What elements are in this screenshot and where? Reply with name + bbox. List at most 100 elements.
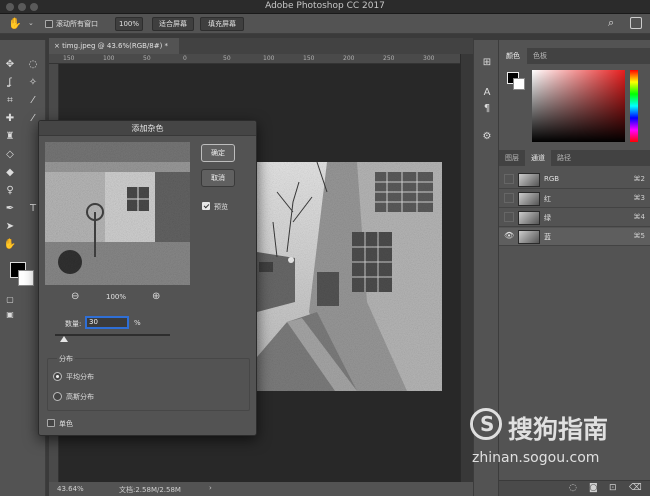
options-bar: ✋ ⌄ 滚动所有窗口 100% 适合屏幕 填充屏幕 ⌕ [0, 14, 650, 34]
filter-preview[interactable] [45, 142, 190, 285]
channel-name: 蓝 [544, 233, 551, 241]
preview-zoom-level: 100% [106, 293, 127, 301]
distribution-label: 分布 [57, 354, 75, 364]
ruler-tick-label: 300 [423, 55, 435, 62]
eraser-tool-icon[interactable]: ◇ [3, 148, 17, 162]
search-icon[interactable]: ⌕ [608, 16, 614, 30]
zoom-level[interactable]: 43.64% [57, 485, 84, 493]
gradient-tool-icon[interactable]: ◆ [3, 166, 17, 180]
delete-channel-icon[interactable]: ⌫ [629, 483, 642, 493]
dodge-tool-icon[interactable]: ♀ [3, 184, 17, 198]
background-color-swatch[interactable] [18, 270, 34, 286]
amount-slider-thumb[interactable] [59, 336, 68, 342]
tab-color[interactable]: 颜色 [499, 48, 527, 64]
color-field[interactable] [532, 70, 625, 142]
tab-close-icon[interactable]: × [54, 42, 62, 50]
healing-brush-tool-icon[interactable]: ✚ [3, 112, 17, 126]
channel-shortcut: ⌘4 [633, 213, 645, 221]
move-tool-icon[interactable]: ✥ [3, 58, 17, 72]
preview-label: 预览 [214, 203, 228, 211]
visibility-toggle[interactable] [504, 174, 514, 184]
history-panel-icon[interactable]: ⊞ [480, 56, 494, 70]
tool-preset-chevron-icon[interactable]: ⌄ [28, 19, 34, 27]
tab-paths[interactable]: 路径 [551, 150, 577, 166]
ruler-tick-label: 150 [303, 55, 315, 62]
ruler-tick-label: 100 [263, 55, 275, 62]
tab-swatches[interactable]: 色板 [527, 48, 553, 64]
zoom-out-icon[interactable]: ⊖ [71, 291, 79, 302]
channel-row-red[interactable]: 红 ⌘3 [499, 190, 650, 208]
ruler-tick-label: 50 [143, 55, 151, 62]
status-menu-arrow-icon[interactable]: › [209, 484, 212, 492]
magic-wand-tool-icon[interactable]: ✧ [26, 76, 40, 90]
amount-slider-track[interactable] [55, 334, 170, 336]
watermark-url: zhinan.sogou.com [472, 450, 600, 466]
quick-mask-icon[interactable]: ▢ [3, 293, 17, 307]
screen-mode-icon[interactable]: ▣ [3, 308, 17, 322]
channel-shortcut: ⌘3 [633, 194, 645, 202]
tab-layers[interactable]: 图层 [499, 150, 525, 166]
status-bar: 43.64% 文档:2.58M/2.58M › [49, 482, 473, 496]
tab-channels[interactable]: 通道 [525, 150, 551, 166]
save-selection-icon[interactable]: ◙ [589, 483, 598, 493]
lasso-tool-icon[interactable]: ʆ [3, 76, 17, 90]
zoom-in-icon[interactable]: ⊕ [152, 291, 160, 302]
ruler-tick-label: 50 [223, 55, 231, 62]
layers-panel-tabs: 图层 通道 路径 [499, 150, 650, 166]
visibility-toggle[interactable] [504, 193, 514, 203]
distribution-group [47, 358, 250, 411]
document-tab[interactable]: × timg.jpeg @ 43.6%(RGB/8#) * [49, 38, 179, 54]
color-bg-swatch[interactable] [513, 78, 525, 90]
workspace-icon[interactable] [630, 17, 642, 29]
channel-thumbnail [518, 211, 540, 225]
preview-checkbox[interactable] [202, 202, 210, 210]
channel-row-green[interactable]: 绿 ⌘4 [499, 209, 650, 227]
gaussian-radio[interactable] [53, 392, 62, 401]
document-size-info: 文档:2.58M/2.58M [119, 486, 181, 494]
fit-screen-button[interactable]: 适合屏幕 [152, 17, 194, 31]
channel-row-blue[interactable]: 👁 蓝 ⌘5 [499, 228, 650, 246]
dialog-title: 添加杂色 [39, 121, 256, 136]
stamp-tool-icon[interactable]: ♜ [3, 130, 17, 144]
channel-thumbnail [518, 192, 540, 206]
character-panel-icon[interactable]: A [480, 86, 494, 100]
gaussian-label: 高斯分布 [66, 393, 94, 401]
document-tab-title: timg.jpeg @ 43.6%(RGB/8#) * [62, 42, 169, 50]
crop-tool-icon[interactable]: ⌗ [3, 94, 17, 108]
ruler-tick-label: 100 [103, 55, 115, 62]
horizontal-ruler: 150 100 50 0 50 100 150 200 250 300 [49, 54, 460, 64]
window-titlebar: Adobe Photoshop CC 2017 [0, 0, 650, 14]
hand-tool-active-icon[interactable]: ✋ [3, 238, 17, 252]
uniform-radio[interactable] [53, 372, 62, 381]
hue-slider[interactable] [630, 70, 638, 142]
properties-panel-icon[interactable]: ⚙ [480, 130, 494, 144]
load-selection-icon[interactable]: ◌ [569, 483, 577, 493]
ok-button[interactable]: 确定 [201, 144, 235, 162]
channel-row-rgb[interactable]: RGB ⌘2 [499, 171, 650, 189]
zoom-100-button[interactable]: 100% [115, 17, 143, 31]
eye-icon[interactable]: 👁 [504, 231, 514, 241]
visibility-toggle[interactable] [504, 212, 514, 222]
path-selection-tool-icon[interactable]: ➤ [3, 220, 17, 234]
amount-input[interactable]: 30 [85, 316, 129, 329]
paragraph-panel-icon[interactable]: ¶ [480, 102, 494, 116]
marquee-tool-icon[interactable]: ◌ [26, 58, 40, 72]
new-channel-icon[interactable]: ⊡ [609, 483, 617, 493]
ruler-tick-label: 0 [183, 55, 187, 62]
fill-screen-button[interactable]: 填充屏幕 [200, 17, 244, 31]
channel-thumbnail [518, 173, 540, 187]
pen-tool-icon[interactable]: ✒ [3, 202, 17, 216]
amount-label: 数量: [65, 320, 82, 328]
channel-name: 绿 [544, 214, 551, 222]
cancel-button[interactable]: 取消 [201, 169, 235, 187]
window-title: Adobe Photoshop CC 2017 [265, 1, 385, 11]
channel-shortcut: ⌘5 [633, 232, 645, 240]
scroll-all-windows-checkbox[interactable] [45, 20, 53, 28]
uniform-label: 平均分布 [66, 373, 94, 381]
eyedropper-tool-icon[interactable]: ⁄ [26, 94, 40, 108]
add-noise-dialog: 添加杂色 确定 取消 预览 ⊖ 100% ⊕ 数量: 30 % 分布 平均分布 … [38, 120, 257, 436]
color-panel-tabs: 颜色 色板 [499, 48, 650, 64]
monochromatic-checkbox[interactable] [47, 419, 55, 427]
hand-tool-icon[interactable]: ✋ [8, 17, 22, 30]
channel-name: 红 [544, 195, 551, 203]
